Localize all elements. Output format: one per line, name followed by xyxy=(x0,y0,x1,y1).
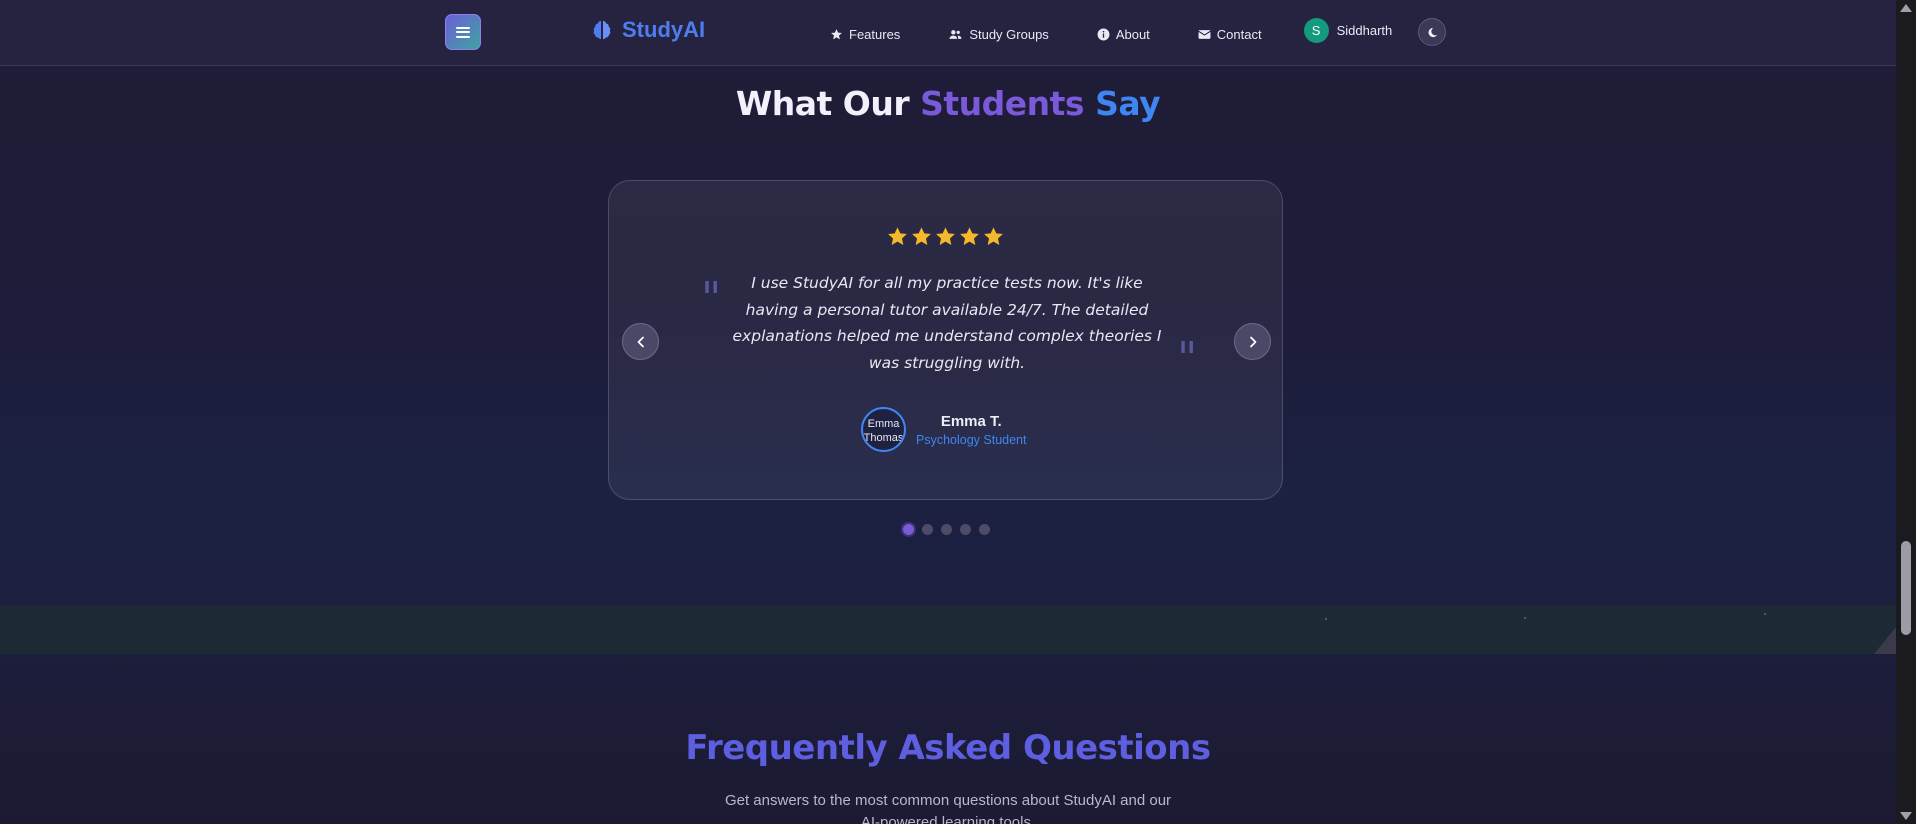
close-quote-icon: " xyxy=(1177,333,1198,384)
navbar: StudyAI Features Study Groups About Cont… xyxy=(0,0,1896,66)
star-icon xyxy=(984,227,1003,245)
title-part-students: Students xyxy=(920,84,1085,123)
nav-link-about[interactable]: About xyxy=(1097,27,1150,42)
scrollbar-thumb[interactable] xyxy=(1901,541,1911,635)
author-info: Emma T. Psychology Student xyxy=(916,413,1027,447)
testimonial-quote: I use StudyAI for all my practice tests … xyxy=(732,274,1162,372)
author-role: Psychology Student xyxy=(916,432,1027,447)
nav-link-label: Features xyxy=(849,27,901,42)
testimonial-author: Emma Thomas Emma T. Psychology Student xyxy=(861,407,1027,452)
nav-link-features[interactable]: Features xyxy=(830,27,900,42)
menu-button[interactable] xyxy=(445,14,481,50)
chevron-right-icon xyxy=(1249,336,1256,347)
info-icon xyxy=(1097,28,1110,41)
divider-corner xyxy=(1874,627,1896,654)
nav-links: Features Study Groups About Contact S Si… xyxy=(830,18,1392,47)
nav-link-label: Study Groups xyxy=(969,27,1049,42)
brain-icon xyxy=(593,21,611,40)
open-quote-icon: " xyxy=(701,273,722,324)
nav-link-study-groups[interactable]: Study Groups xyxy=(948,27,1049,42)
star-icon xyxy=(912,227,931,245)
carousel-dots xyxy=(903,524,990,535)
nav-link-label: About xyxy=(1115,27,1150,42)
hamburger-icon xyxy=(456,26,470,38)
testimonial-card: " I use StudyAI for all my practice test… xyxy=(608,180,1283,500)
section-divider xyxy=(0,605,1896,654)
faq-subtitle: Get answers to the most common questions… xyxy=(724,792,1172,824)
faq-title: Frequently Asked Questions xyxy=(685,728,1211,768)
scroll-down-arrow-icon[interactable] xyxy=(1900,812,1912,820)
brand-name: StudyAI xyxy=(622,17,706,42)
star-icon xyxy=(831,29,842,40)
nav-link-label: Contact xyxy=(1216,27,1262,42)
prev-testimonial-button[interactable] xyxy=(622,323,659,360)
next-testimonial-button[interactable] xyxy=(1234,323,1271,360)
users-icon xyxy=(949,30,962,39)
author-name: Emma T. xyxy=(940,412,1002,430)
carousel-dot[interactable] xyxy=(941,524,952,535)
scrollbar[interactable] xyxy=(1896,0,1916,824)
chevron-left-icon xyxy=(637,336,644,347)
user-avatar: S xyxy=(1303,18,1329,43)
carousel-dot[interactable] xyxy=(903,524,914,535)
moon-icon xyxy=(1428,27,1437,37)
carousel-dot[interactable] xyxy=(922,524,933,535)
carousel-dot[interactable] xyxy=(960,524,971,535)
star-icon xyxy=(960,227,979,245)
rating-stars xyxy=(609,226,1282,247)
testimonials-title: What Our Students Say xyxy=(0,84,1896,123)
star-icon xyxy=(888,227,907,245)
user-name: Siddharth xyxy=(1336,23,1393,38)
title-part-what: What Our xyxy=(735,84,910,123)
nav-link-contact[interactable]: Contact xyxy=(1198,27,1262,42)
author-avatar: Emma Thomas xyxy=(861,407,906,452)
envelope-icon xyxy=(1198,30,1211,39)
page: StudyAI Features Study Groups About Cont… xyxy=(0,0,1916,824)
user-menu[interactable]: S Siddharth xyxy=(1303,18,1393,43)
theme-toggle-button[interactable] xyxy=(1418,18,1446,46)
scroll-up-arrow-icon[interactable] xyxy=(1900,4,1912,12)
star-icon xyxy=(936,227,955,245)
title-part-say: Say xyxy=(1095,84,1161,123)
carousel-dot[interactable] xyxy=(979,524,990,535)
brand-logo[interactable]: StudyAI xyxy=(590,17,705,43)
